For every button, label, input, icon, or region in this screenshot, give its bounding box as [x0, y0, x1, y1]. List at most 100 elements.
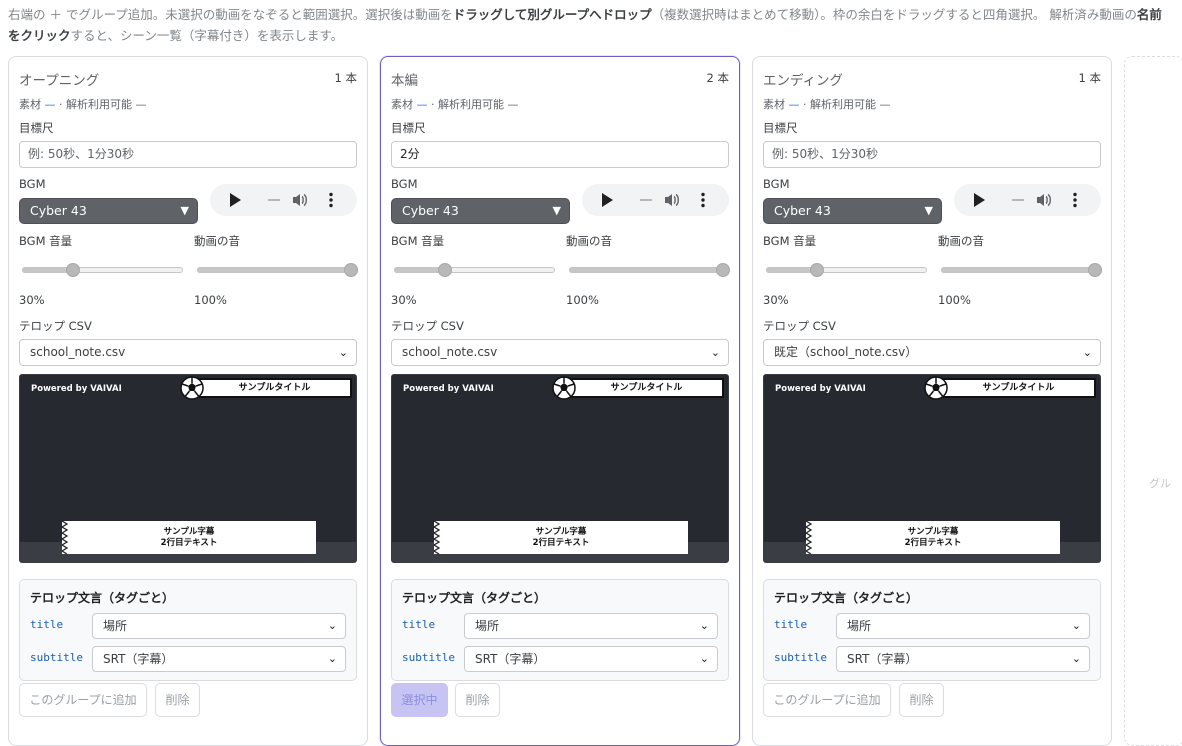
group-column-ending[interactable]: エンディング 1 本 素材 — · 解析利用可能 — 目標尺 例: 50秒、1分…: [752, 56, 1112, 746]
preview-subtitle-box: サンプル字幕 2行目テキスト: [62, 521, 316, 554]
group-title[interactable]: オープニング: [19, 69, 99, 89]
more-vert-icon[interactable]: [700, 192, 706, 208]
group-clip-count: 1 本: [334, 71, 357, 85]
play-icon[interactable]: [974, 193, 985, 207]
slider-thumb[interactable]: [810, 263, 825, 277]
subtitle-tag-select[interactable]: SRT（字幕） ⌄: [464, 646, 718, 672]
telop-csv-select[interactable]: school_note.csv ⌄: [19, 339, 357, 366]
target-length-input[interactable]: 例: 50秒、1分30秒: [763, 141, 1101, 168]
audio-progress-track[interactable]: [640, 199, 652, 201]
telop-csv-select[interactable]: school_note.csv ⌄: [391, 339, 729, 366]
volume-icon[interactable]: [1035, 191, 1053, 209]
video-volume-slider[interactable]: [941, 263, 1102, 277]
tag-title-label: title: [402, 618, 436, 631]
bgm-label: BGM: [19, 177, 46, 191]
bgm-label: BGM: [391, 177, 418, 191]
more-vert-icon[interactable]: [328, 192, 334, 208]
chevron-down-icon: ⌄: [1071, 652, 1081, 665]
group-title[interactable]: 本編: [391, 69, 418, 89]
group-column-opening[interactable]: オープニング 1 本 素材 — · 解析利用可能 — 目標尺 例: 50秒、1分…: [8, 56, 368, 746]
more-vert-icon[interactable]: [1072, 192, 1078, 208]
group-meta: 素材 — · 解析利用可能 —: [19, 98, 147, 111]
play-icon[interactable]: [602, 193, 613, 207]
slider-thumb[interactable]: [66, 263, 81, 277]
bgm-select[interactable]: Cyber 43 ▼: [19, 198, 198, 224]
bgm-select[interactable]: Cyber 43 ▼: [391, 198, 570, 224]
video-sound-label: 動画の音: [194, 234, 240, 248]
soccer-ball-icon: [924, 376, 948, 400]
video-volume-slider[interactable]: [197, 263, 358, 277]
chevron-down-icon: ⌄: [710, 346, 720, 359]
video-volume-slider[interactable]: [569, 263, 730, 277]
soccer-ball-icon: [552, 376, 576, 400]
add-to-group-button[interactable]: このグループに追加: [763, 683, 891, 717]
slider-thumb[interactable]: [1088, 263, 1102, 277]
bgm-volume-slider[interactable]: [22, 263, 183, 277]
volume-icon[interactable]: [663, 191, 681, 209]
bgm-volume-slider[interactable]: [766, 263, 927, 277]
slider-thumb[interactable]: [438, 263, 453, 277]
telop-panel-title: テロップ文言（タグごと）: [402, 591, 547, 605]
chevron-down-icon: ⌄: [1082, 346, 1092, 359]
telop-csv-label: テロップ CSV: [391, 319, 464, 333]
bgm-volume-value: 30%: [391, 293, 417, 307]
soccer-ball-icon: [180, 376, 204, 400]
title-tag-select[interactable]: 場所 ⌄: [836, 613, 1090, 639]
telop-csv-label: テロップ CSV: [763, 319, 836, 333]
preview-subtitle-box: サンプル字幕 2行目テキスト: [806, 521, 1060, 554]
chevron-down-icon: ▼: [552, 204, 561, 217]
audio-progress-track[interactable]: [268, 199, 280, 201]
play-icon[interactable]: [230, 193, 241, 207]
bgm-audio-player[interactable]: [582, 184, 729, 216]
selected-group-button[interactable]: 選択中: [391, 683, 448, 717]
subtitle-tag-select[interactable]: SRT（字幕） ⌄: [92, 646, 346, 672]
chevron-down-icon: ⌄: [1071, 619, 1081, 632]
telop-tag-panel: テロップ文言（タグごと） title 場所 ⌄ subtitle SRT（字幕） ⌄: [391, 579, 729, 681]
powered-by-text: Powered by VAIVAI: [403, 384, 494, 394]
slider-thumb[interactable]: [344, 263, 358, 277]
preview-subtitle-box: サンプル字幕 2行目テキスト: [434, 521, 688, 554]
bgm-label: BGM: [763, 177, 790, 191]
chevron-down-icon: ⌄: [327, 619, 337, 632]
add-group-dropzone[interactable]: グル: [1124, 56, 1182, 746]
group-column-main[interactable]: 本編 2 本 素材 — · 解析利用可能 — 目標尺 2分 BGM Cyber …: [380, 56, 740, 746]
chevron-down-icon: ⌄: [699, 619, 709, 632]
tag-title-label: title: [30, 618, 64, 631]
telop-preview: Powered by VAIVAI サンプルタイトル サンプル字幕 2行目テキスト: [763, 374, 1101, 563]
powered-by-text: Powered by VAIVAI: [775, 384, 866, 394]
audio-progress-track[interactable]: [1012, 199, 1024, 201]
bgm-audio-player[interactable]: [210, 184, 357, 216]
title-tag-select[interactable]: 場所 ⌄: [92, 613, 346, 639]
volume-icon[interactable]: [291, 191, 309, 209]
telop-tag-panel: テロップ文言（タグごと） title 場所 ⌄ subtitle SRT（字幕） ⌄: [763, 579, 1101, 681]
delete-group-button[interactable]: 削除: [155, 683, 200, 717]
title-tag-select[interactable]: 場所 ⌄: [464, 613, 718, 639]
target-length-input[interactable]: 例: 50秒、1分30秒: [19, 141, 357, 168]
telop-csv-select[interactable]: 既定（school_note.csv） ⌄: [763, 339, 1101, 366]
telop-panel-title: テロップ文言（タグごと）: [774, 591, 919, 605]
tag-title-label: title: [774, 618, 808, 631]
slider-thumb[interactable]: [716, 263, 730, 277]
bgm-select[interactable]: Cyber 43 ▼: [763, 198, 942, 224]
tag-subtitle-label: subtitle: [30, 651, 83, 664]
chevron-down-icon: ⌄: [327, 652, 337, 665]
zigzag-edge-icon: [434, 521, 441, 554]
subtitle-tag-select[interactable]: SRT（字幕） ⌄: [836, 646, 1090, 672]
group-title[interactable]: エンディング: [763, 69, 843, 89]
chevron-down-icon: ⌄: [338, 346, 348, 359]
add-to-group-button[interactable]: このグループに追加: [19, 683, 147, 717]
bgm-audio-player[interactable]: [954, 184, 1101, 216]
target-length-input[interactable]: 2分: [391, 141, 729, 168]
video-volume-value: 100%: [194, 293, 227, 307]
delete-group-button[interactable]: 削除: [455, 683, 500, 717]
bgm-volume-slider[interactable]: [394, 263, 555, 277]
delete-group-button[interactable]: 削除: [899, 683, 944, 717]
telop-tag-panel: テロップ文言（タグごと） title 場所 ⌄ subtitle SRT（字幕） ⌄: [19, 579, 357, 681]
telop-preview: Powered by VAIVAI サンプルタイトル サンプル字幕 2行目テキスト: [19, 374, 357, 563]
bgm-volume-label: BGM 音量: [763, 234, 817, 248]
tag-subtitle-label: subtitle: [774, 651, 827, 664]
group-meta: 素材 — · 解析利用可能 —: [763, 98, 891, 111]
zigzag-edge-icon: [806, 521, 813, 554]
chevron-down-icon: ▼: [924, 204, 933, 217]
video-sound-label: 動画の音: [566, 234, 612, 248]
